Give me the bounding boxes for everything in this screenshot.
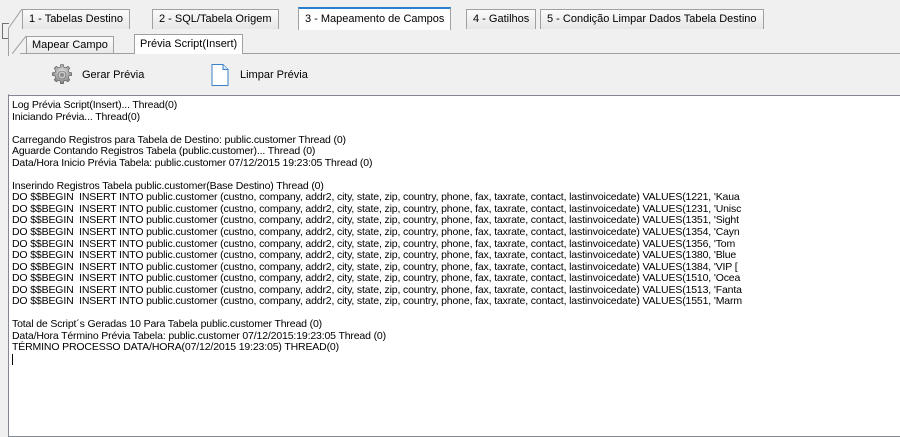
tab-sql-tabela-origem[interactable]: 2 - SQL/Tabela Origem [152, 9, 279, 29]
log-line: DO $$BEGIN INSERT INTO public.customer (… [12, 226, 740, 239]
main-tab-strip: 1 - Tabelas Destino 2 - SQL/Tabela Orige… [8, 7, 900, 30]
subtab-previa-script-insert[interactable]: Prévia Script(Insert) [134, 34, 244, 54]
log-line: DO $$BEGIN INSERT INTO public.customer (… [12, 295, 742, 308]
window: 1 - Tabelas Destino 2 - SQL/Tabela Orige… [0, 0, 900, 437]
tab-tabelas-destino[interactable]: 1 - Tabelas Destino [22, 9, 130, 29]
tab-slant-decoration [8, 9, 22, 29]
tab-mapeamento-de-campos[interactable]: 3 - Mapeamento de Campos [298, 7, 452, 30]
sub-tab-strip: Mapear Campo Prévia Script(Insert) [12, 34, 900, 54]
log-line: DO $$BEGIN INSERT INTO public.customer (… [12, 249, 737, 262]
log-line: Aguarde Contando Registros Tabela (publi… [12, 145, 316, 158]
text-caret [12, 354, 13, 366]
log-text: Log Prévia Script(Insert)... Thread(0) In… [12, 99, 742, 366]
blank-document-icon [211, 64, 229, 86]
log-line: Log Prévia Script(Insert)... Thread(0) [12, 99, 178, 111]
log-line: Iniciando Prévia... Thread(0) [12, 110, 140, 123]
limpar-previa-label: Limpar Prévia [240, 69, 308, 81]
subtab-slant-decoration [12, 36, 26, 54]
log-previa-memo[interactable]: Log Prévia Script(Insert)... Thread(0) In… [8, 95, 900, 437]
limpar-previa-button[interactable]: Limpar Prévia [208, 62, 308, 88]
log-line: Data/Hora Inicio Prévia Tabela: public.c… [12, 156, 373, 169]
log-line: TÉRMINO PROCESSO DATA/HORA(07/12/2015 19… [12, 341, 339, 354]
tab-gatilhos[interactable]: 4 - Gatilhos [466, 9, 537, 29]
preview-toolbar: Gerar Prévia Limpar Prévia [8, 56, 900, 94]
gear-icon [52, 64, 72, 84]
log-line [12, 354, 742, 366]
subtab-mapear-campo[interactable]: Mapear Campo [26, 36, 114, 53]
tab-condicao-limpar-dados[interactable]: 5 - Condição Limpar Dados Tabela Destino [540, 9, 764, 29]
gerar-previa-button[interactable]: Gerar Prévia [50, 62, 144, 88]
gerar-previa-label: Gerar Prévia [82, 69, 145, 81]
